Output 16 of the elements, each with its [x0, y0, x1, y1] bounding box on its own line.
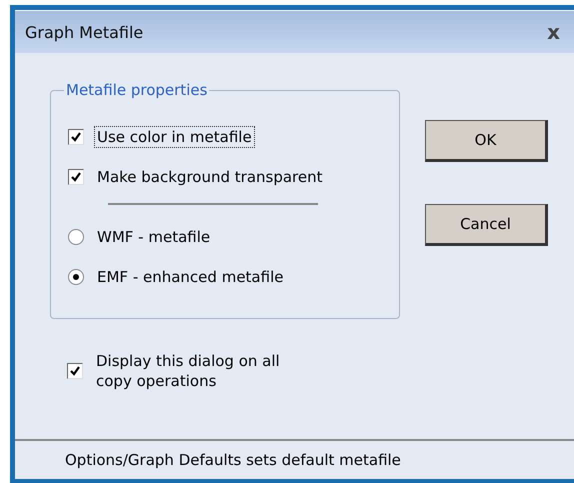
- radio-button[interactable]: [68, 229, 84, 245]
- checkbox[interactable]: [68, 129, 84, 145]
- dialog-button[interactable]: Cancel: [425, 204, 548, 246]
- checkbox[interactable]: [67, 363, 83, 379]
- dialog-button[interactable]: OK: [425, 120, 548, 162]
- window-title: Graph Metafile: [25, 22, 144, 42]
- radio-label[interactable]: WMF - metafile: [94, 226, 214, 248]
- checkbox-label[interactable]: Display this dialog on all copy operations: [93, 349, 299, 393]
- radio-button[interactable]: [68, 269, 84, 285]
- radio-label[interactable]: EMF - enhanced metafile: [94, 266, 286, 288]
- checkbox[interactable]: [68, 169, 84, 185]
- group-legend: Metafile properties: [64, 81, 210, 99]
- close-button[interactable]: x: [533, 20, 574, 44]
- checkbox-label[interactable]: Make background transparent: [94, 166, 326, 188]
- checkbox-label[interactable]: Use color in metafile: [94, 126, 255, 148]
- status-text: Options/Graph Defaults sets default metafile: [65, 451, 401, 469]
